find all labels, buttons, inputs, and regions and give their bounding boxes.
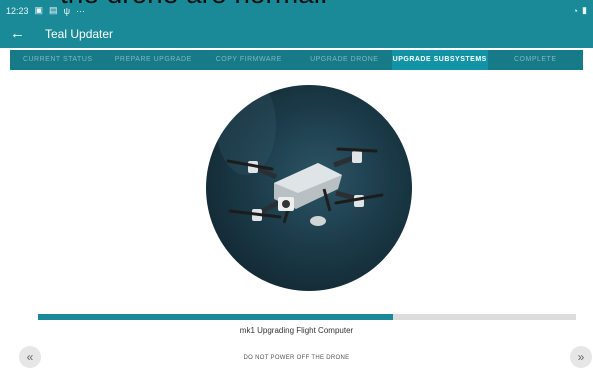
drone-image bbox=[206, 85, 412, 291]
progress-bar-fill bbox=[38, 314, 394, 320]
message-notification-icon: ▤ bbox=[49, 5, 58, 15]
image-notification-icon: ▣ bbox=[34, 5, 44, 15]
overlay-caption: the drone are normal. bbox=[60, 0, 328, 10]
step-tab-upgrade-subsystems: UPGRADE SUBSYSTEMS bbox=[392, 50, 488, 70]
progress-bar bbox=[38, 314, 576, 320]
step-tab-prepare-upgrade: PREPARE UPGRADE bbox=[114, 56, 192, 63]
app-bar: ← Teal Updater bbox=[0, 20, 593, 48]
previous-step-button[interactable]: « bbox=[19, 346, 41, 368]
double-chevron-left-icon: « bbox=[26, 350, 34, 364]
step-tab-upgrade-drone: UPGRADE DRONE bbox=[310, 56, 379, 63]
back-arrow-icon[interactable]: ← bbox=[10, 25, 25, 42]
double-chevron-right-icon: » bbox=[577, 350, 585, 364]
app-title: Teal Updater bbox=[45, 27, 114, 41]
battery-icon: ▮ bbox=[582, 5, 587, 15]
wifi-icon: ◔ bbox=[572, 5, 579, 16]
steps-bar: CURRENT STATUS PREPARE UPGRADE COPY FIRMWA… bbox=[10, 50, 583, 70]
drone-illustration bbox=[216, 85, 384, 226]
step-tab-current-status: CURRENT STATUS bbox=[22, 56, 93, 63]
status-right: ◔ ▮ bbox=[573, 5, 587, 16]
status-time: 12:23 bbox=[6, 5, 29, 16]
step-tab-copy-firmware: COPY FIRMWARE bbox=[215, 56, 282, 63]
progress-status-label: mk1 Upgrading Flight Computer bbox=[239, 326, 354, 335]
power-warning-text: DO NOT POWER OFF THE DRONE bbox=[243, 355, 350, 361]
next-step-button[interactable]: » bbox=[570, 346, 592, 368]
step-tab-complete: COMPLETE bbox=[513, 56, 557, 63]
